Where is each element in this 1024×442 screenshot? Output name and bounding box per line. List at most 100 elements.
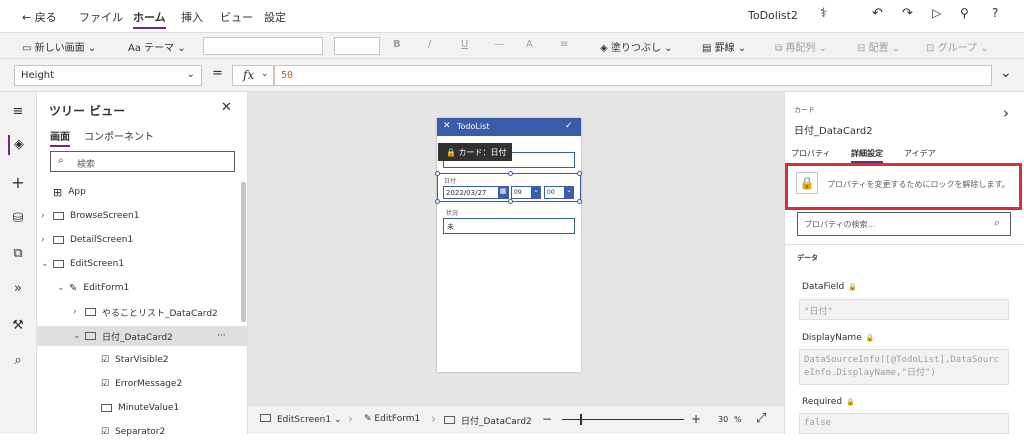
strikethrough-button[interactable]: — <box>494 39 504 50</box>
menu-view[interactable]: ビュー <box>220 9 253 25</box>
fill-button[interactable]: ◈ 塗りつぶし ⌄ <box>600 39 673 54</box>
tab-properties[interactable]: プロパティ <box>791 148 831 159</box>
zoom-in-button[interactable]: + <box>691 412 701 426</box>
breadcrumb-card[interactable]: 日付_DataCard2 <box>444 414 532 427</box>
tree-node-separator[interactable]: ☑ Separator2 <box>101 422 165 442</box>
breadcrumb-form[interactable]: ✎ EditForm1 <box>364 414 420 424</box>
chevron-right-icon: › <box>73 307 77 317</box>
redo-icon[interactable]: ↷ <box>902 6 913 21</box>
hamburger-icon[interactable]: ≡ <box>8 102 28 122</box>
card-tooltip: 🔒 カード：日付 <box>438 143 512 161</box>
back-button[interactable]: ← 戻る <box>22 9 57 25</box>
play-icon[interactable]: ▷ <box>932 6 941 20</box>
arrange-button[interactable]: ⊟ 配置 ⌄ <box>857 39 900 54</box>
formula-bar: Height ⌄ = fx ⌄ 50 ⌄ <box>0 59 1024 92</box>
more-options-button[interactable]: ··· <box>217 331 226 341</box>
tree-app[interactable]: ⊞ App <box>53 182 86 202</box>
checkmark-icon[interactable]: ✓ <box>565 121 573 131</box>
align-button[interactable]: ≡ <box>560 39 568 50</box>
chevron-down-icon[interactable]: ⌄ <box>531 186 541 199</box>
tree-node-todo-card[interactable]: › やることリスト_DataCard2 <box>73 302 218 322</box>
tree-node-editform[interactable]: ⌄ ✎ EditForm1 <box>57 278 129 298</box>
datafield-label: DataField 🔒 <box>802 282 857 292</box>
fx-button[interactable]: fx ⌄ <box>232 65 274 86</box>
screen-icon: ▭ <box>22 43 32 54</box>
form-icon: ✎ <box>69 282 78 294</box>
tree-node-editscreen[interactable]: ⌄ EditScreen1 <box>41 254 124 274</box>
tree-node-browsescreen[interactable]: › BrowseScreen1 <box>41 206 139 226</box>
property-dropdown[interactable]: Height ⌄ <box>14 65 202 86</box>
power-automate-icon[interactable]: » <box>8 279 28 299</box>
font-dropdown[interactable] <box>203 37 323 55</box>
stethoscope-icon[interactable]: ⚕ <box>820 6 827 21</box>
tree-node-starvisible[interactable]: ☑ StarVisible2 <box>101 350 169 370</box>
plus-icon[interactable]: + <box>8 173 28 193</box>
undo-icon[interactable]: ↶ <box>872 6 883 21</box>
resize-handle[interactable] <box>577 171 582 176</box>
tree-node-detailscreen[interactable]: › DetailScreen1 <box>41 230 133 250</box>
status-label: 状況 <box>446 210 459 217</box>
media-icon[interactable]: ⧉ <box>8 244 28 264</box>
tab-ideas[interactable]: アイデア <box>904 148 936 159</box>
underline-button[interactable]: U <box>461 39 468 50</box>
help-icon[interactable]: ? <box>992 6 998 20</box>
chevron-down-icon[interactable]: ⌄ <box>564 186 574 199</box>
tree-node-errormessage[interactable]: ☑ ErrorMessage2 <box>101 374 182 394</box>
reorder-icon: ⧉ <box>775 43 783 54</box>
screen-preview[interactable]: ✕ TodoList ✓ 🔒 カード：日付 日付 2022/03/27 ▦ 09… <box>435 118 582 372</box>
fit-to-window-icon[interactable]: ⤢ <box>756 411 766 426</box>
properties-panel: カード 日付_DataCard2 › プロパティ 詳細設定 アイデア 🔒 プロパ… <box>784 92 1024 434</box>
zoom-out-button[interactable]: − <box>542 412 552 426</box>
bold-button[interactable]: B <box>393 39 401 50</box>
chevron-down-icon: ⌄ <box>57 283 65 293</box>
status-input[interactable]: 未 <box>443 218 575 234</box>
resize-handle[interactable] <box>508 199 513 204</box>
tools-icon[interactable]: ⚒ <box>8 316 28 336</box>
menu-file[interactable]: ファイル <box>79 9 123 25</box>
breadcrumb-screen[interactable]: EditScreen1 ⌄ <box>260 414 342 425</box>
menu-insert[interactable]: 挿入 <box>181 9 203 25</box>
expand-formula-icon[interactable]: ⌄ <box>1000 65 1012 81</box>
font-size-dropdown[interactable] <box>334 37 380 55</box>
layers-icon[interactable]: ◈ <box>8 135 28 155</box>
tree-search-input[interactable]: ⌕ 検索 <box>50 151 235 172</box>
italic-button[interactable]: / <box>428 39 431 50</box>
border-button[interactable]: ▤ 罫線 ⌄ <box>702 39 746 54</box>
chevron-right-icon: › <box>41 211 45 221</box>
database-icon[interactable]: ⛁ <box>8 209 28 229</box>
cancel-icon[interactable]: ✕ <box>443 121 451 131</box>
tab-components[interactable]: コンポーネント <box>84 128 154 143</box>
status-bar: EditScreen1 ⌄ › ✎ EditForm1 › 日付_DataCar… <box>248 405 784 434</box>
resize-handle[interactable] <box>435 171 440 176</box>
chevron-down-icon: ⌄ <box>41 259 49 269</box>
screen-icon <box>53 260 64 268</box>
close-icon[interactable]: ✕ <box>221 100 232 115</box>
tree-node-minutevalue[interactable]: MinuteValue1 <box>101 398 179 418</box>
formula-input[interactable]: 50 <box>274 65 992 86</box>
zoom-slider-thumb[interactable] <box>580 414 582 425</box>
menu-home[interactable]: ホーム <box>133 9 166 29</box>
new-screen-button[interactable]: ▭ 新しい画面 ⌄ <box>22 39 96 54</box>
resize-handle[interactable] <box>508 171 513 176</box>
menu-settings[interactable]: 設定 <box>264 9 286 25</box>
app-icon: ⊞ <box>53 185 63 199</box>
border-icon: ▤ <box>702 43 712 54</box>
search-icon[interactable]: ⌕ <box>8 351 28 371</box>
calendar-icon[interactable]: ▦ <box>498 187 508 198</box>
property-search-input[interactable]: プロパティの検索... ⌕ <box>797 212 1011 236</box>
card-icon <box>85 308 96 316</box>
tree-scrollbar[interactable] <box>241 182 246 322</box>
reorder-button[interactable]: ⧉ 再配列 ⌄ <box>775 39 827 54</box>
tab-screens[interactable]: 画面 <box>50 128 70 147</box>
resize-handle[interactable] <box>435 199 440 204</box>
resize-handle[interactable] <box>577 199 582 204</box>
group-button[interactable]: ⊡ グループ ⌄ <box>926 39 989 54</box>
tab-advanced[interactable]: 詳細設定 <box>851 148 883 163</box>
share-user-icon[interactable]: ⚲ <box>960 6 969 20</box>
theme-button[interactable]: Aа テーマ ⌄ <box>128 39 186 54</box>
font-color-button[interactable]: A <box>526 39 533 50</box>
chevron-right-icon[interactable]: › <box>1003 104 1009 122</box>
unlock-button[interactable]: 🔒 <box>796 172 818 194</box>
chevron-right-icon: › <box>41 235 45 245</box>
tree-node-date-card[interactable]: ⌄ 日付_DataCard2 ··· <box>37 326 247 346</box>
